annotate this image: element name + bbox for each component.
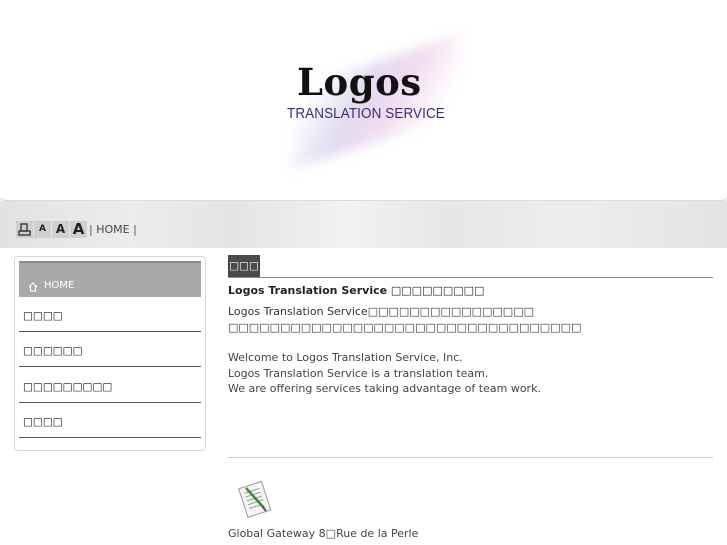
sidebar-item-label: HOME [44,280,75,291]
sidebar-item-label: □□□□□□□□□ [23,381,113,393]
site-logo[interactable]: Logos TRANSLATION SERVICE [283,35,463,169]
sidebar-item-4[interactable]: □□□□ [19,403,201,438]
font-size-large-button[interactable]: A [70,221,87,238]
print-icon [18,223,31,236]
main-content: Logos Translation Service □□□□□□□□□ Logo… [228,284,713,397]
logo-tagline: TRANSLATION SERVICE [287,106,445,122]
sidebar-item-home[interactable]: HOME [19,261,201,297]
font-size-small-button[interactable]: A [34,221,51,238]
breadcrumb: | HOME | [89,223,137,236]
sidebar: HOME □□□□ □□□□□□ □□□□□□□□□ □□□□ [14,256,206,451]
breadcrumb-separator: | [89,223,93,236]
breadcrumb-separator: | [133,223,137,236]
intro-jp-line: □□□□□□□□□□□□□□□□□□□□□□□□□□□□□□□□□□ [228,321,582,334]
sidebar-item-3[interactable]: □□□□□□□□□ [19,368,201,403]
content-divider [228,457,713,458]
intro-en-line: We are offering services taking advantag… [228,382,541,395]
content-heading: Logos Translation Service □□□□□□□□□ [228,284,485,297]
address: Global Gateway 8□Rue de la Perle [228,526,418,542]
sidebar-item-label: □□□□ [23,310,63,322]
sidebar-item-label: □□□□ [23,416,63,428]
site-header: Logos TRANSLATION SERVICE [0,0,727,201]
sidebar-item-2[interactable]: □□□□□□ [19,332,201,367]
document-pen-icon [238,480,272,518]
intro-en-line: Welcome to Logos Translation Service, In… [228,351,463,364]
logo-name: Logos [297,60,422,104]
font-size-medium-button[interactable]: A [52,221,69,238]
sidebar-item-label: □□□□□□ [23,345,83,357]
sidebar-item-1[interactable]: □□□□ [19,297,201,332]
breadcrumb-home-link[interactable]: HOME [96,223,129,236]
intro-jp-line: Logos Translation Service□□□□□□□□□□□□□□□… [228,305,534,318]
home-icon [28,282,38,292]
address-line: Global Gateway 8□Rue de la Perle [228,527,419,540]
intro-en-line: Logos Translation Service is a translati… [228,366,489,380]
print-button[interactable] [16,221,33,238]
section-tab: □□□ [228,255,260,277]
section-divider [228,277,713,278]
